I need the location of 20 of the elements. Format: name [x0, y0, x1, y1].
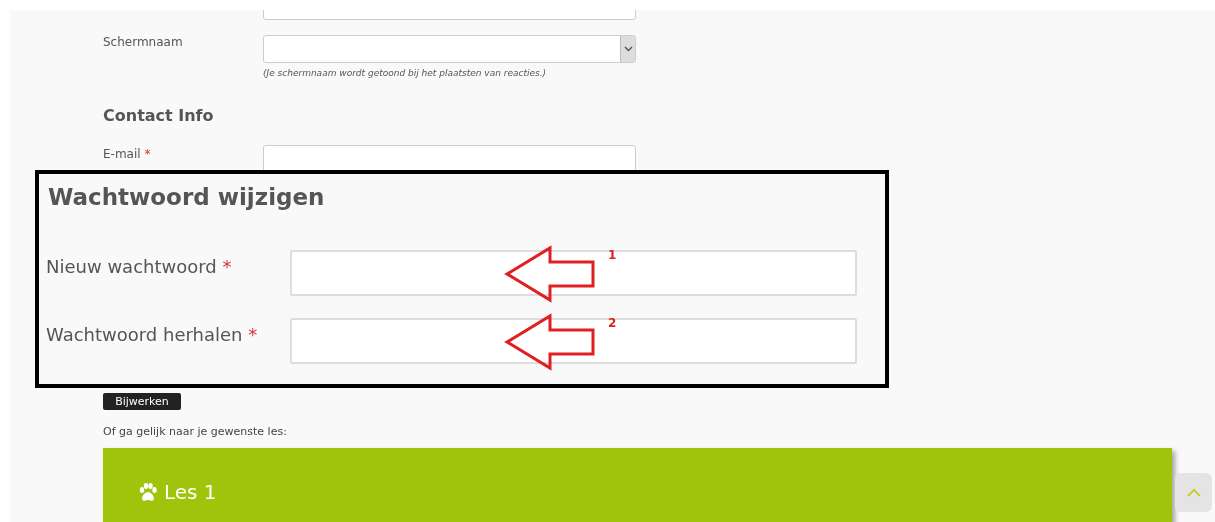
- password-field[interactable]: [290, 250, 857, 296]
- arrow-number: 2: [608, 316, 617, 330]
- callout-heading: Wachtwoord wijzigen: [48, 184, 326, 210]
- intro-text: Of ga gelijk naar je gewenste les:: [103, 425, 288, 438]
- update-button[interactable]: Bijwerken: [103, 393, 181, 410]
- field-label: E-mail *: [103, 146, 152, 161]
- paw-icon: [138, 482, 158, 502]
- field-label: Wachtwoord herhalen *: [46, 323, 259, 345]
- password-field[interactable]: [290, 318, 857, 364]
- lesson-title: Les 1: [164, 480, 217, 504]
- field-label: Schermnaam: [103, 35, 184, 49]
- arrow-icon: [504, 245, 596, 303]
- email-field[interactable]: [263, 145, 636, 173]
- field-hint: (Je schermnaam wordt getoond bij het plaatsten van reacties.): [263, 68, 548, 78]
- arrow-number: 1: [608, 248, 617, 262]
- section-heading: Contact Info: [103, 106, 215, 125]
- caret-icon: [620, 36, 635, 62]
- field-label: Nieuw wachtwoord *: [46, 255, 233, 277]
- arrow-icon: [504, 313, 596, 371]
- chevron-up-icon: [1186, 488, 1201, 497]
